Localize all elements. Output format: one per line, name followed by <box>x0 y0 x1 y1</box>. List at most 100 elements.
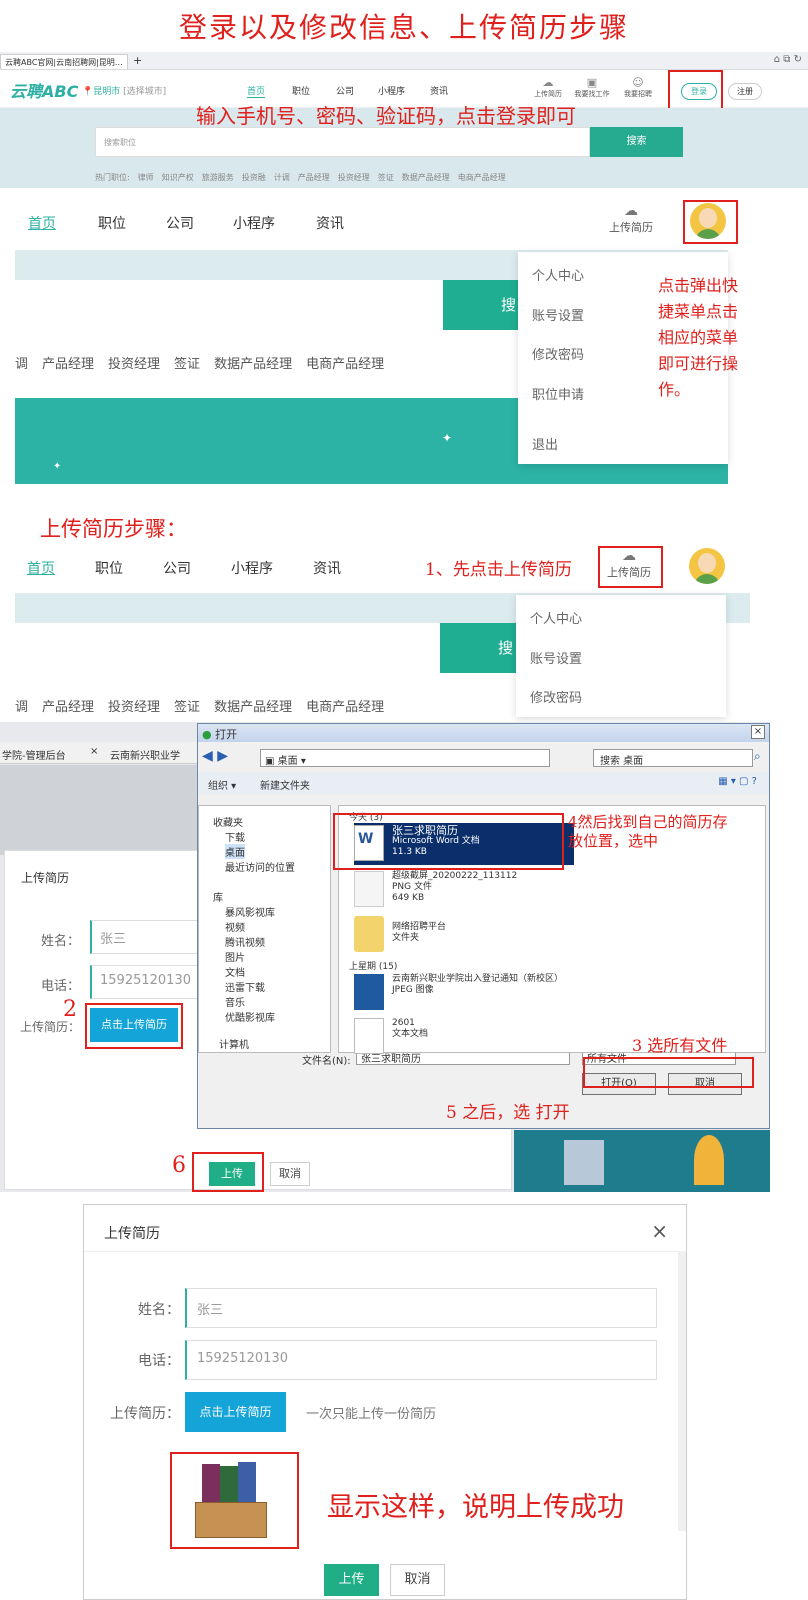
scrollbar[interactable] <box>678 1251 686 1531</box>
city-selector[interactable]: 📍昆明市 [选择城市] <box>82 84 166 97</box>
tree-computer[interactable]: 计算机 <box>219 1036 249 1051</box>
nav-companies[interactable]: 公司 <box>163 558 191 578</box>
menu-logout[interactable]: 退出 <box>532 434 558 453</box>
tree-libraries[interactable]: 库 <box>213 889 223 904</box>
menu-change-password[interactable]: 修改密码 <box>532 344 584 363</box>
search-icon[interactable]: ⌕ <box>754 749 761 764</box>
nav-small-companies[interactable]: 公司 <box>336 84 354 97</box>
dialog-title-bar: ● 打开 <box>198 724 769 742</box>
view-icon[interactable]: ▦ ▾ ▢ ? <box>718 776 757 787</box>
avatar[interactable] <box>689 548 725 584</box>
dialog-toolbar: 组织 ▾ 新建文件夹 ▦ ▾ ▢ ? <box>198 772 769 794</box>
tree-youku[interactable]: 优酷影视库 <box>225 1009 275 1024</box>
user-dropdown-menu: 个人中心 账号设置 修改密码 <box>516 595 726 717</box>
search-button-partial[interactable]: 搜 <box>440 623 518 673</box>
tree-pictures[interactable]: 图片 <box>225 949 245 964</box>
register-button[interactable]: 注册 <box>728 83 762 100</box>
nav-news[interactable]: 资讯 <box>316 213 344 233</box>
step3-note: 3 选所有文件 <box>632 1036 728 1055</box>
menu-note: 点击弹出快 捷菜单点击 相应的菜单 即可进行操 作。 <box>658 276 739 399</box>
browser-tab[interactable]: 云聘ABC官网|云南招聘网|昆明… <box>0 54 128 69</box>
nav-small-miniprogram[interactable]: 小程序 <box>378 84 405 97</box>
new-folder-button[interactable]: 新建文件夹 <box>260 777 310 792</box>
step6-number: 6 <box>172 1153 186 1178</box>
new-tab-button[interactable]: + <box>133 54 142 67</box>
step2-number: 2 <box>63 997 77 1022</box>
tree-xunlei[interactable]: 迅雷下载 <box>225 979 265 994</box>
tab-admin[interactable]: 学院-管理后台 <box>2 747 66 762</box>
nav-companies[interactable]: 公司 <box>166 213 194 233</box>
tree-video[interactable]: 视频 <box>225 919 245 934</box>
phone-field[interactable]: 15925120130 <box>185 1340 657 1380</box>
site-logo[interactable]: 云聘ABC <box>10 78 78 102</box>
phone-field[interactable]: 15925120130 <box>90 965 200 999</box>
menu-change-password[interactable]: 修改密码 <box>530 687 582 706</box>
nav-jobs[interactable]: 职位 <box>95 558 123 578</box>
close-icon[interactable]: × <box>751 725 765 739</box>
name-field[interactable]: 张三 <box>90 920 200 954</box>
nav-miniprogram[interactable]: 小程序 <box>233 213 275 233</box>
tree-music[interactable]: 音乐 <box>225 994 245 1009</box>
cloud-upload-icon: ☁ <box>542 76 554 89</box>
dialog-search-input[interactable]: 搜索 桌面 <box>593 749 753 767</box>
search-input[interactable]: 搜索职位 <box>95 127 590 157</box>
step5-note: 5 之后，选 打开 <box>446 1103 570 1123</box>
close-icon[interactable]: × <box>651 1219 668 1243</box>
menu-profile[interactable]: 个人中心 <box>530 608 582 627</box>
file-item-folder[interactable]: 网络招聘平台 文件夹 <box>354 914 574 956</box>
address-bar[interactable]: ▣ 桌面 ▾ <box>260 749 550 767</box>
search-button-partial[interactable]: 搜 <box>443 280 521 330</box>
organize-menu[interactable]: 组织 ▾ <box>208 777 236 792</box>
find-job-small[interactable]: ▣ 我要找工作 <box>572 76 612 99</box>
file-item-text[interactable]: 2601 文本文档 <box>354 1016 574 1058</box>
person-icon: ☺ <box>632 76 644 89</box>
menu-account-settings[interactable]: 账号设置 <box>532 305 584 324</box>
text-file-icon <box>354 1018 384 1054</box>
name-label: 姓名： <box>138 1302 180 1318</box>
submit-button[interactable]: 上传 <box>324 1564 379 1596</box>
success-note: 显示这样，说明上传成功 <box>327 1492 624 1523</box>
one-resume-note: 一次只能上传一份简历 <box>306 1407 437 1422</box>
nav-home[interactable]: 首页 <box>28 213 56 233</box>
image-file-icon <box>354 871 384 907</box>
menu-profile[interactable]: 个人中心 <box>532 265 584 284</box>
folder-tree: 收藏夹 下载 桌面 最近访问的位置 库 暴风影视库 视频 腾讯视频 图片 文档 … <box>198 805 331 1053</box>
nav-small-jobs[interactable]: 职位 <box>292 84 310 97</box>
tab-college[interactable]: 云南新兴职业学 <box>110 747 180 762</box>
menu-account-settings[interactable]: 账号设置 <box>530 648 582 667</box>
recruit-small[interactable]: ☺ 我要招聘 <box>618 76 658 99</box>
cancel-button[interactable]: 取消 <box>270 1162 310 1186</box>
menu-job-applications[interactable]: 职位申请 <box>532 384 584 403</box>
tree-favorites[interactable]: 收藏夹 <box>213 814 243 829</box>
back-forward-icon[interactable]: ◀ ▶ <box>202 748 242 768</box>
tree-tencent-video[interactable]: 腾讯视频 <box>225 934 265 949</box>
nav-news[interactable]: 资讯 <box>313 558 341 578</box>
file-item-notice[interactable]: 云南新兴职业学院出入登记通知（新校区） JPEG 图像 <box>354 972 614 1014</box>
nav-jobs[interactable]: 职位 <box>98 213 126 233</box>
nav-small-home[interactable]: 首页 <box>247 84 266 98</box>
name-field[interactable]: 张三 <box>185 1288 657 1328</box>
upload-resume-link[interactable]: ☁ 上传简历 <box>601 203 661 235</box>
nav-miniprogram[interactable]: 小程序 <box>231 558 273 578</box>
nav-home[interactable]: 首页 <box>27 558 55 578</box>
browser-tabs-2: 学院-管理后台 × 云南新兴职业学 <box>0 742 220 764</box>
tree-documents[interactable]: 文档 <box>225 964 245 979</box>
search-button[interactable]: 搜索 <box>590 127 683 157</box>
close-icon[interactable]: × <box>90 746 98 757</box>
step4-note: 4然后找到自己的简历存放位置，选中 <box>568 813 728 850</box>
tree-desktop[interactable]: 桌面 <box>225 844 245 859</box>
highlight-submit <box>192 1152 264 1192</box>
tree-downloads[interactable]: 下载 <box>225 829 245 844</box>
tree-baofeng[interactable]: 暴风影视库 <box>225 904 275 919</box>
folder-icon <box>354 916 384 952</box>
cancel-button[interactable]: 取消 <box>390 1564 445 1596</box>
upload-resume-small[interactable]: ☁ 上传简历 <box>528 76 568 99</box>
filename-label: 文件名(N): <box>302 1056 351 1067</box>
tree-recent[interactable]: 最近访问的位置 <box>225 859 295 874</box>
hot-jobs-line: 热门职位: 律师 知识产权 旅游服务 投资融 计调 产品经理 投资经理 签证 数据产品经理 电商产品… <box>95 173 506 182</box>
highlight-upload <box>598 546 663 588</box>
choose-resume-button[interactable]: 点击上传简历 <box>185 1392 286 1432</box>
nav-small-news[interactable]: 资讯 <box>430 84 448 97</box>
file-item-screenshot[interactable]: 超级截屏_20200222_113112 PNG 文件 649 KB <box>354 869 574 911</box>
window-controls-icon[interactable]: ⌂ ⧉ ↻ <box>774 54 802 65</box>
